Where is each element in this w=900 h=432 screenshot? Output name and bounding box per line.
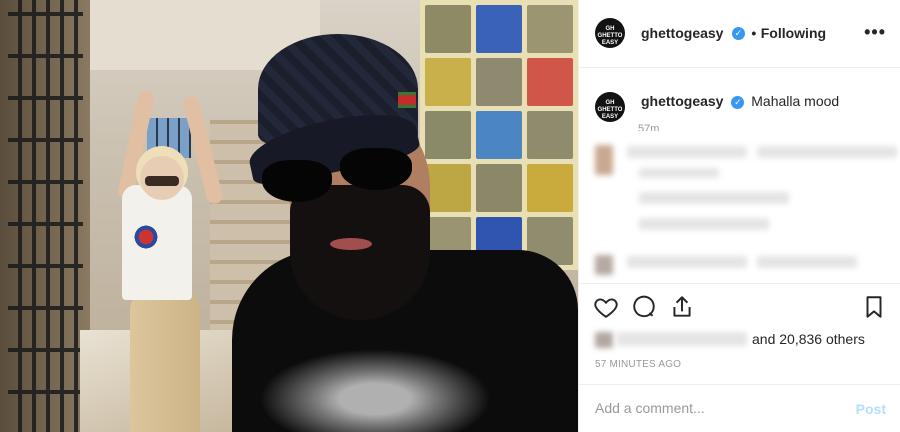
instagram-post: GH GHETTO EASY ghettogeasy ✓ • Following… xyxy=(0,0,900,432)
blurred-comment xyxy=(639,218,769,230)
blurred-comment xyxy=(757,146,897,158)
share-icon[interactable] xyxy=(669,294,695,320)
verified-badge-icon: ✓ xyxy=(731,27,745,41)
likes-count[interactable]: and 20,836 others xyxy=(752,331,865,347)
man-sunglasses xyxy=(262,160,332,202)
heart-icon[interactable] xyxy=(593,294,619,320)
man-sunglasses xyxy=(340,148,412,190)
photo-glass-blocks xyxy=(420,0,578,270)
blurred-comment xyxy=(639,192,789,204)
header-user-line: ghettogeasy ✓ • Following xyxy=(641,25,826,43)
header-separator: • xyxy=(751,25,757,41)
comment-bar: Post xyxy=(579,384,900,432)
author-username[interactable]: ghettogeasy xyxy=(641,25,723,41)
shirt-logo xyxy=(132,222,160,252)
bookmark-icon[interactable] xyxy=(861,294,887,320)
post-header: GH GHETTO EASY ghettogeasy ✓ • Following… xyxy=(579,0,900,68)
caption-username[interactable]: ghettogeasy xyxy=(641,93,723,109)
man-mouth xyxy=(330,238,372,250)
caption: ghettogeasy ✓ Mahalla mood xyxy=(641,93,900,109)
blurred-comment xyxy=(639,168,719,178)
cap-stripe xyxy=(398,92,416,108)
photo-window xyxy=(147,118,191,158)
action-bar xyxy=(579,283,900,323)
caption-time: 57m xyxy=(638,123,660,131)
likes-line: and 20,836 others xyxy=(595,330,885,348)
woman-sunglasses xyxy=(145,176,179,186)
comment-input[interactable] xyxy=(595,397,835,419)
verified-badge-icon: ✓ xyxy=(731,95,745,109)
woman-legs xyxy=(130,290,200,432)
photo-iron-gate xyxy=(8,0,83,432)
shirt-print xyxy=(250,345,500,432)
blurred-comment xyxy=(627,256,747,268)
blurred-avatar xyxy=(595,255,613,275)
blurred-comment xyxy=(757,256,857,268)
post-comment-button[interactable]: Post xyxy=(856,401,886,417)
more-options-icon[interactable]: ••• xyxy=(864,22,886,43)
blurred-avatar xyxy=(595,332,613,348)
caption-author-avatar[interactable]: GH GHETTO EASY xyxy=(595,92,625,122)
caption-text: Mahalla mood xyxy=(751,93,840,109)
man-beard xyxy=(290,185,430,320)
speech-bubble-icon[interactable] xyxy=(631,294,657,320)
post-photo[interactable] xyxy=(0,0,578,432)
blurred-avatar xyxy=(595,145,613,175)
following-button[interactable]: Following xyxy=(761,25,826,41)
post-sidebar: GH GHETTO EASY ghettogeasy ✓ • Following… xyxy=(578,0,900,432)
blurred-comment xyxy=(627,146,747,158)
author-avatar[interactable]: GH GHETTO EASY xyxy=(595,18,625,48)
post-timestamp[interactable]: 57 MINUTES AGO xyxy=(595,359,681,370)
blurred-liker-name xyxy=(617,332,747,346)
